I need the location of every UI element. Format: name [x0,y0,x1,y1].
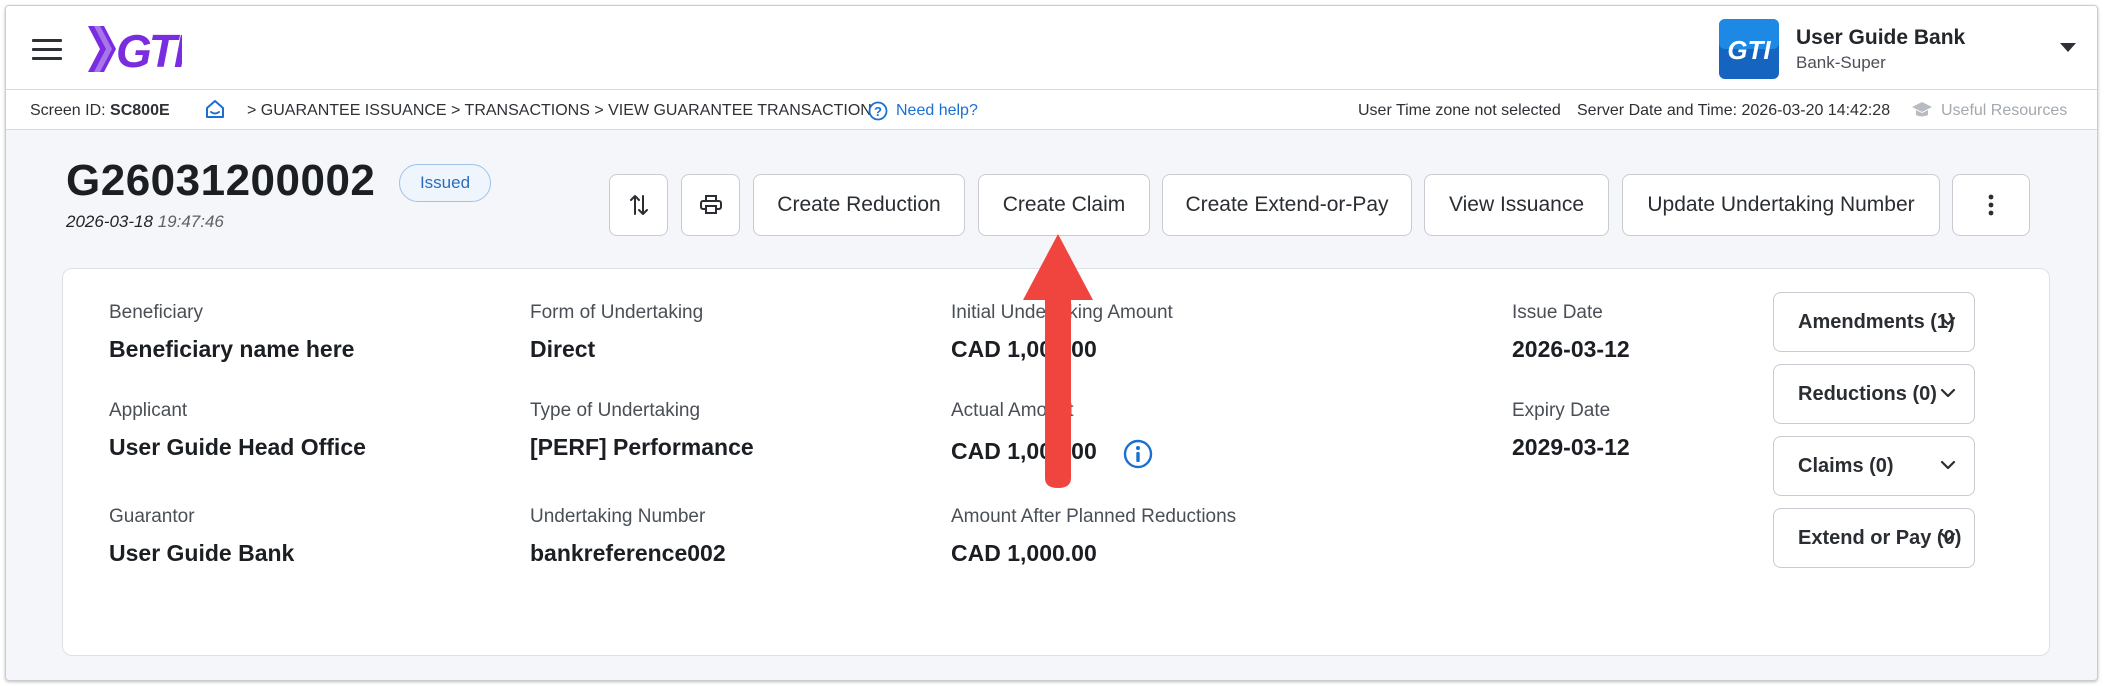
sort-button[interactable] [609,174,668,236]
transaction-id: G26031200002 [66,156,376,205]
guarantor-label: Guarantor [109,506,195,527]
initial-amount-label: Initial Undertaking Amount [951,302,1173,323]
breadcrumb-bar: Screen ID: SC800E > GUARANTEE ISSUANCE >… [6,90,2097,130]
planned-amount-label: Amount After Planned Reductions [951,506,1237,527]
update-undertaking-number-button[interactable]: Update Undertaking Number [1622,174,1940,236]
actual-amount-value: CAD 1,000.00 [951,438,1097,464]
logo-text: GTK [116,25,182,75]
status-badge: Issued [399,164,491,202]
applicant-label: Applicant [109,400,188,421]
create-extend-or-pay-button[interactable]: Create Extend-or-Pay [1162,174,1412,236]
server-time: Server Date and Time: 2026-03-20 14:42:2… [1577,102,1891,119]
app-logo[interactable]: GTK [86,23,182,75]
type-of-undertaking-value: [PERF] Performance [530,434,754,460]
chevron-down-icon [1940,316,1956,326]
undertaking-number-value: bankreference002 [530,540,726,566]
expiry-date-label: Expiry Date [1512,400,1611,421]
info-icon[interactable] [1123,439,1153,469]
reductions-accordion[interactable]: Reductions (0) [1773,364,1975,424]
chevron-down-icon [1940,388,1956,398]
create-claim-button[interactable]: Create Claim [978,174,1150,236]
hamburger-icon[interactable] [32,39,62,61]
useful-resources-link[interactable]: Useful Resources [1941,102,2067,120]
issue-date-label: Issue Date [1512,302,1603,323]
bank-logo: GTI [1719,19,1779,79]
create-reduction-button[interactable]: Create Reduction [753,174,965,236]
planned-amount-value: CAD 1,000.00 [951,540,1097,566]
type-of-undertaking-label: Type of Undertaking [530,400,701,421]
undertaking-number-label: Undertaking Number [530,506,706,527]
svg-text:?: ? [874,104,882,119]
app-window: GTK GTI User Guide Bank Bank-Super Scree… [5,5,2098,681]
top-bar: GTK GTI User Guide Bank Bank-Super [6,6,2097,90]
issue-date-value: 2026-03-12 [1512,336,1630,362]
claims-label: Claims (0) [1798,455,1894,477]
expiry-date-value: 2029-03-12 [1512,434,1630,460]
claims-accordion[interactable]: Claims (0) [1773,436,1975,496]
more-options-button[interactable] [1952,174,2030,236]
chevron-down-icon [1940,460,1956,470]
guarantor-value: User Guide Bank [109,540,295,566]
help-circle-icon[interactable]: ? [868,101,888,121]
more-vertical-icon [1988,194,1994,216]
home-icon[interactable] [204,99,226,119]
actual-amount-label: Actual Amount [951,400,1074,421]
bank-role: Bank-Super [1796,53,1886,72]
reductions-label: Reductions (0) [1798,383,1937,405]
svg-text:GTI: GTI [1727,35,1771,65]
need-help-link[interactable]: Need help? [896,102,978,120]
applicant-value: User Guide Head Office [109,434,366,460]
printer-icon [699,195,722,214]
sort-arrows-icon [629,195,648,215]
chevron-down-icon [1940,532,1956,542]
form-of-undertaking-label: Form of Undertaking [530,302,704,323]
initial-amount-value: CAD 1,000.00 [951,336,1097,362]
breadcrumb: > GUARANTEE ISSUANCE > TRANSACTIONS > VI… [247,102,872,119]
extend-or-pay-label: Extend or Pay (0) [1798,527,1962,549]
bank-name: User Guide Bank [1796,26,1966,49]
screen-id: Screen ID: SC800E [30,102,170,119]
form-of-undertaking-value: Direct [530,336,596,362]
user-menu-chevron-down-icon[interactable] [2060,43,2076,52]
beneficiary-value: Beneficiary name here [109,336,355,362]
print-button[interactable] [681,174,740,236]
graduation-cap-icon [1912,102,1932,117]
amendments-label: Amendments (1) [1798,311,1955,333]
view-issuance-button[interactable]: View Issuance [1424,174,1609,236]
beneficiary-label: Beneficiary [109,302,203,323]
amendments-accordion[interactable]: Amendments (1) [1773,292,1975,352]
transaction-datetime: 2026-03-18 19:47:46 [66,212,224,231]
extend-or-pay-accordion[interactable]: Extend or Pay (0) [1773,508,1975,568]
timezone-status: User Time zone not selected [1358,102,1561,119]
